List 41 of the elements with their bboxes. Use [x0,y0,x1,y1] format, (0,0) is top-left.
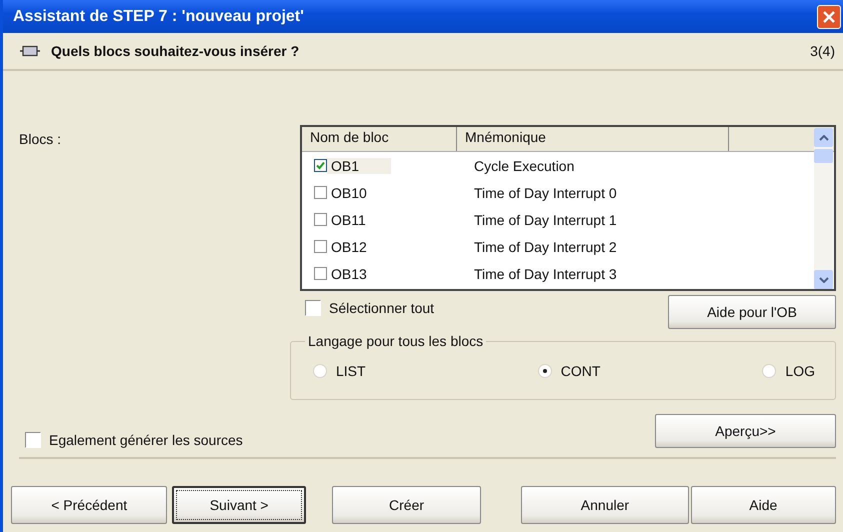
column-header[interactable]: Nom de bloc [302,127,457,151]
checkbox[interactable] [314,159,327,172]
step-question: Quels blocs souhaitez-vous insérer ? [51,43,300,59]
ob-help-button[interactable]: Aide pour l'OB [668,295,836,329]
table-cell: Time of Day Interrupt 1 [474,212,617,228]
table-cell: Time of Day Interrupt 0 [474,184,617,200]
column-header[interactable]: Mnémonique [457,127,729,151]
table-cell-text: OB11 [330,212,367,228]
window-title: Assistant de STEP 7 : 'nouveau projet' [13,8,304,26]
table-cell: Time of Day Interrupt 2 [474,238,617,254]
radio-button[interactable]: LOG [762,363,815,379]
table-cell-text: OB13 [330,266,368,282]
table-cell-text: OB12 [330,238,368,254]
group-title: Langage pour tous les blocs [307,333,484,349]
block-icon [19,45,41,57]
step-counter: 3(4) [810,43,835,59]
dialog-button[interactable]: Annuler [521,486,689,524]
blocks-label: Blocs : [19,131,62,149]
scroll-down-button[interactable] [814,270,833,289]
checkbox[interactable] [314,213,327,226]
select-all-checkbox[interactable]: Sélectionner tout [305,300,434,316]
scroll-up-button[interactable] [814,128,833,147]
checkbox[interactable] [314,240,327,253]
table-cell-text: OB10 [330,184,368,200]
table-cell: Time of Day Interrupt 3 [474,266,617,282]
close-icon [822,10,836,24]
scroll-thumb[interactable] [814,149,833,163]
dialog-button[interactable]: Aide [690,486,836,524]
radio-button[interactable]: LIST [313,363,423,379]
generate-sources-checkbox[interactable]: Egalement générer les sources [25,432,243,448]
dialog-button[interactable]: Créer [332,486,482,524]
scrollbar[interactable] [814,128,833,289]
preview-button[interactable]: Aperçu>> [655,414,836,448]
table-cell: OB1 [327,158,391,174]
dialog-button[interactable]: < Précédent [11,486,168,524]
close-button[interactable] [817,4,841,28]
checkbox[interactable] [314,267,327,280]
table-cell: Cycle Execution [474,158,574,174]
checkbox[interactable] [314,186,327,199]
dialog-button[interactable]: Suivant > [172,486,306,524]
radio-button[interactable]: CONT [538,363,648,379]
